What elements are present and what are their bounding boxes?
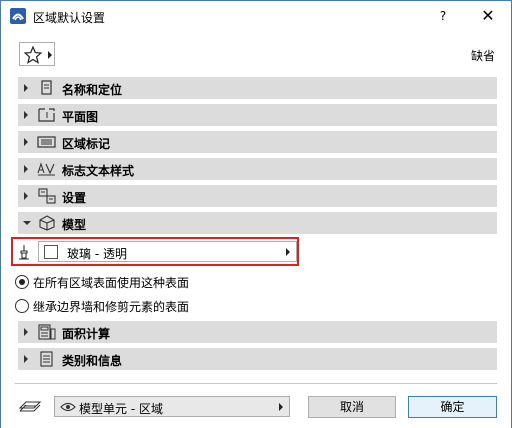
radio-use-all-surfaces[interactable]	[15, 275, 29, 289]
close-button[interactable]: ✕	[473, 4, 503, 28]
floor-plan-icon	[38, 108, 55, 122]
text-style-icon	[37, 162, 55, 176]
layer-icon	[18, 401, 42, 412]
default-label: 缺省	[471, 49, 496, 63]
panel-text-style[interactable]: 标志文本样式	[18, 158, 497, 180]
settings-icon	[38, 188, 56, 204]
help-button[interactable]: ?	[431, 5, 455, 27]
chevron-right-icon	[24, 111, 28, 119]
panel-zone-stamp[interactable]: 区域标记	[18, 131, 497, 153]
panel-model[interactable]: 模型	[18, 212, 497, 234]
radio-label-inherit-surfaces: 继承边界墙和修剪元素的表面	[33, 300, 190, 314]
footer-divider	[15, 383, 497, 384]
chevron-right-icon	[286, 248, 290, 256]
panel-name-position[interactable]: 名称和定位	[18, 77, 497, 99]
panel-category-info[interactable]: 类别和信息	[18, 348, 497, 370]
dialog-window: 区域默认设置 ? ✕ 缺省 名称和定位 平面图 区域标记 标志文本样式 设置 模…	[0, 0, 512, 428]
chevron-down-icon	[23, 221, 31, 225]
paint-brush-icon	[19, 245, 29, 260]
panel-label: 模型	[62, 218, 87, 232]
chevron-right-icon	[24, 84, 28, 92]
radio-inherit-surfaces[interactable]	[15, 299, 29, 313]
panel-label: 区域标记	[62, 137, 111, 151]
chevron-right-icon	[24, 165, 28, 173]
layer-select[interactable]: 模型单元 - 区域	[54, 396, 290, 417]
chevron-right-icon	[24, 328, 28, 336]
app-icon	[10, 8, 26, 24]
panel-area-calc[interactable]: 面积计算	[18, 321, 497, 343]
eye-icon	[60, 402, 76, 412]
panel-floor-plan[interactable]: 平面图	[18, 104, 497, 126]
ok-button[interactable]: 确定	[408, 396, 497, 418]
category-info-icon	[40, 351, 53, 367]
window-title: 区域默认设置	[33, 11, 106, 25]
zone-stamp-icon	[37, 136, 56, 148]
chevron-right-icon	[24, 355, 28, 363]
panel-label: 平面图	[62, 110, 99, 124]
chevron-right-icon	[48, 51, 52, 59]
panel-settings[interactable]: 设置	[18, 185, 497, 207]
favorites-button[interactable]	[19, 42, 55, 66]
layer-value: 模型单元 - 区域	[79, 402, 163, 416]
surface-value: 玻璃 - 透明	[67, 247, 127, 261]
name-position-icon	[41, 80, 52, 95]
panel-label: 设置	[62, 191, 87, 205]
surface-swatch	[44, 245, 58, 259]
surface-select[interactable]: 玻璃 - 透明	[38, 241, 297, 262]
chevron-right-icon	[279, 403, 283, 411]
area-calc-icon	[38, 324, 56, 340]
dialog-content: 缺省 名称和定位 平面图 区域标记 标志文本样式 设置 模型 玻璃 - 透明 在…	[1, 32, 511, 428]
chevron-right-icon	[24, 192, 28, 200]
star-icon	[24, 46, 42, 64]
panel-label: 类别和信息	[62, 354, 123, 368]
panel-label: 面积计算	[62, 327, 111, 341]
radio-label-use-all-surfaces: 在所有区域表面使用这种表面	[33, 276, 190, 290]
chevron-right-icon	[24, 138, 28, 146]
panel-label: 名称和定位	[62, 83, 123, 97]
model-icon	[39, 215, 55, 231]
panel-label: 标志文本样式	[62, 164, 135, 178]
title-bar: 区域默认设置 ? ✕	[1, 1, 511, 32]
cancel-button[interactable]: 取消	[308, 396, 396, 418]
surface-override-row: 玻璃 - 透明	[11, 237, 299, 266]
